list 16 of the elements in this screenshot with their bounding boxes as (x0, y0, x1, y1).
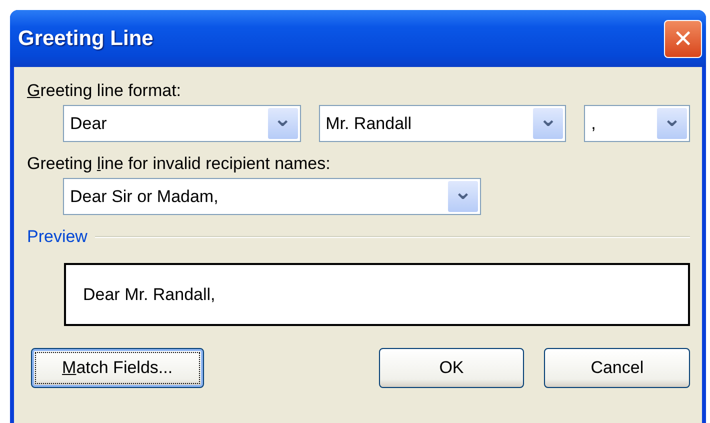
dropdown[interactable]: Mr. Randall ⌄ (318, 105, 566, 142)
format-label: Greeting line format: (27, 81, 182, 101)
invalid-names-label: Greeting line for invalid recipient names: (27, 154, 330, 174)
chevron-down-icon[interactable]: ⌄ (268, 108, 298, 139)
window-title: Greeting Line (18, 26, 154, 50)
dropdown[interactable]: Dear ⌄ (63, 105, 301, 142)
dropdown[interactable]: , ⌄ (584, 105, 690, 142)
preview-label: Preview (27, 227, 88, 247)
dialog-button[interactable]: OK (378, 348, 524, 388)
chevron-down-icon[interactable]: ⌄ (533, 108, 564, 139)
dropdown[interactable]: Dear Sir or Madam, ⌄ (63, 178, 481, 215)
chevron-down-icon[interactable]: ⌄ (448, 181, 478, 212)
chevron-down-icon[interactable]: ⌄ (657, 108, 687, 139)
dialog-button[interactable]: Match Fields... (31, 348, 204, 388)
preview-text: Dear Mr. Randall, (83, 284, 216, 304)
dialog-button[interactable]: Cancel (544, 348, 690, 388)
